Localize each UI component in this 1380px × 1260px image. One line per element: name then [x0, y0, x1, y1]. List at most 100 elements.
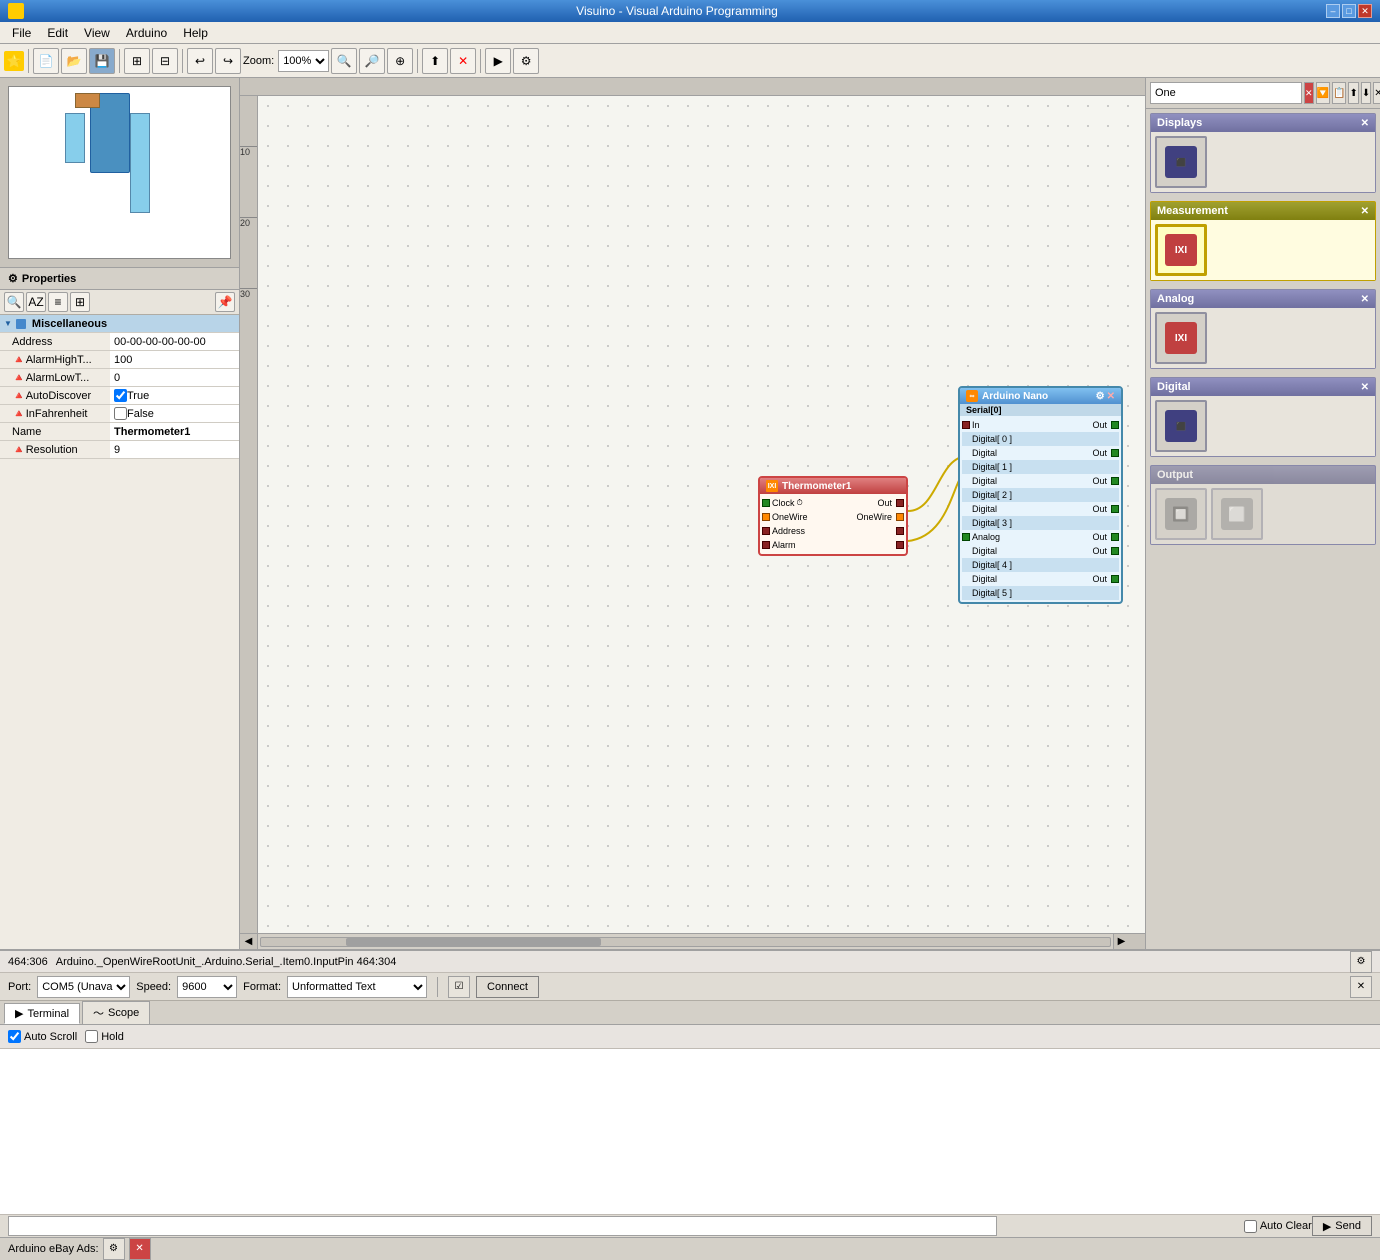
- connect-button[interactable]: Connect: [476, 976, 539, 998]
- tab-terminal[interactable]: ▶ Terminal: [4, 1003, 80, 1024]
- props-filter[interactable]: 🔍: [4, 292, 24, 312]
- prop-value-resolution[interactable]: 9: [110, 441, 239, 458]
- search-btn4[interactable]: ⬇: [1361, 82, 1371, 104]
- comp-digital-displays[interactable]: ⬛: [1155, 400, 1207, 452]
- status-close-btn[interactable]: ⚙: [1350, 951, 1372, 973]
- search-clear-btn[interactable]: ✕: [1304, 82, 1314, 104]
- format-select[interactable]: Unformatted Text: [287, 976, 427, 998]
- hold-label[interactable]: Hold: [85, 1030, 124, 1043]
- category-output-header[interactable]: Output: [1151, 466, 1375, 484]
- prop-value-name[interactable]: Thermometer1: [110, 423, 239, 440]
- category-measurement-header[interactable]: Measurement ✕: [1151, 202, 1375, 220]
- hscroll-track[interactable]: [260, 937, 1111, 947]
- toolbar-new[interactable]: 📄: [33, 48, 59, 74]
- toolbar-grid2[interactable]: ⊟: [152, 48, 178, 74]
- toolbar-settings[interactable]: ⚙: [513, 48, 539, 74]
- arduino-pin-d2: Digital Out: [962, 502, 1119, 516]
- status-settings-icon[interactable]: ⚙: [1350, 951, 1372, 973]
- send-button[interactable]: ▶ Send: [1312, 1216, 1372, 1236]
- category-measurement-close[interactable]: ✕: [1361, 206, 1369, 217]
- canvas-scroll[interactable]: IXI Thermometer1 Clock ⏱ Out: [258, 96, 1145, 933]
- prop-label-resolution: Resolution: [26, 444, 78, 456]
- arduino-node[interactable]: ∞ Arduino Nano ⚙ ✕ Serial[0]: [958, 386, 1123, 604]
- auto-clear-checkbox[interactable]: [1244, 1220, 1257, 1233]
- props-sort[interactable]: AZ: [26, 292, 46, 312]
- toolbar-zoom-out[interactable]: 🔎: [359, 48, 385, 74]
- hscrollbar[interactable]: ◀ ▶: [240, 933, 1145, 949]
- pin-d0-out-label: Out: [1092, 448, 1107, 458]
- comp-digital-icon: ⬛: [1165, 410, 1197, 442]
- port-close-btn[interactable]: ✕: [1350, 976, 1372, 998]
- menu-arduino[interactable]: Arduino: [118, 24, 175, 42]
- ads-close-icon[interactable]: ✕: [129, 1238, 151, 1260]
- toolbar-run[interactable]: ▶: [485, 48, 511, 74]
- thermometer-node[interactable]: IXI Thermometer1 Clock ⏱ Out: [758, 476, 908, 556]
- section-collapse-icon[interactable]: ▼: [4, 319, 12, 328]
- menu-file[interactable]: File: [4, 24, 39, 42]
- minimize-button[interactable]: –: [1326, 4, 1340, 18]
- menu-edit[interactable]: Edit: [39, 24, 76, 42]
- prop-checkbox-infahrenheit[interactable]: [114, 407, 127, 420]
- search-btn5[interactable]: ✕: [1373, 82, 1380, 104]
- search-btn3[interactable]: ⬆: [1348, 82, 1358, 104]
- toolbar-zoom-fit[interactable]: ⊕: [387, 48, 413, 74]
- auto-scroll-checkbox[interactable]: [8, 1030, 21, 1043]
- auto-clear-label[interactable]: Auto Clear: [1244, 1220, 1312, 1233]
- category-displays-close[interactable]: ✕: [1361, 118, 1369, 129]
- prop-value-alarmhigh[interactable]: 100: [110, 351, 239, 368]
- prop-value-infahrenheit[interactable]: False: [110, 405, 239, 422]
- close-button[interactable]: ✕: [1358, 4, 1372, 18]
- terminal-area[interactable]: [0, 1049, 1380, 1215]
- menu-help[interactable]: Help: [175, 24, 216, 42]
- search-input[interactable]: [1150, 82, 1302, 104]
- arduino-close-icon[interactable]: ✕: [1107, 391, 1115, 402]
- category-analog-header[interactable]: Analog ✕: [1151, 290, 1375, 308]
- arduino-settings-icon[interactable]: ⚙: [1096, 391, 1105, 402]
- status-path: Arduino._OpenWireRootUnit_.Arduino.Seria…: [56, 956, 397, 968]
- comp-output2[interactable]: ⬜: [1211, 488, 1263, 540]
- toolbar-open[interactable]: 📂: [61, 48, 87, 74]
- speed-select[interactable]: 9600: [177, 976, 237, 998]
- search-btn1[interactable]: 🔽: [1316, 82, 1330, 104]
- category-digital-header[interactable]: Digital ✕: [1151, 378, 1375, 396]
- comp-output1[interactable]: 🔲: [1155, 488, 1207, 540]
- toolbar-undo[interactable]: ↩: [187, 48, 213, 74]
- hscroll-thumb[interactable]: [346, 938, 601, 946]
- pin-d1-label: Digital: [972, 476, 997, 486]
- category-analog-close[interactable]: ✕: [1361, 294, 1369, 305]
- props-expand[interactable]: ⊞: [70, 292, 90, 312]
- port-close-icon[interactable]: ✕: [1350, 976, 1372, 998]
- terminal-input[interactable]: [8, 1216, 997, 1236]
- props-group[interactable]: ≡: [48, 292, 68, 312]
- comp-measurement-analog[interactable]: IXI: [1155, 224, 1207, 276]
- category-displays-header[interactable]: Displays ✕: [1151, 114, 1375, 132]
- ruler-h: 10 20 30 40 50: [240, 78, 1145, 96]
- prop-value-autodiscover[interactable]: True: [110, 387, 239, 404]
- props-pin[interactable]: 📌: [215, 292, 235, 312]
- pin-onewire-out-connector: [896, 513, 904, 521]
- toolbar-zoom-in[interactable]: 🔍: [331, 48, 357, 74]
- zoom-select[interactable]: 50% 75% 100% 125% 150% 200%: [278, 50, 329, 72]
- comp-display1[interactable]: ⬛: [1155, 136, 1207, 188]
- prop-checkbox-autodiscover[interactable]: [114, 389, 127, 402]
- toolbar-grid1[interactable]: ⊞: [124, 48, 150, 74]
- search-btn2[interactable]: 📋: [1332, 82, 1346, 104]
- hscroll-left-btn[interactable]: ◀: [240, 934, 258, 950]
- hold-checkbox[interactable]: [85, 1030, 98, 1043]
- prop-value-alarmlow[interactable]: 0: [110, 369, 239, 386]
- ads-settings-icon[interactable]: ⚙: [103, 1238, 125, 1260]
- prop-value-address[interactable]: 00-00-00-00-00-00: [110, 333, 239, 350]
- tab-scope[interactable]: 〜 Scope: [82, 1001, 150, 1024]
- toolbar-arduino-delete[interactable]: ✕: [450, 48, 476, 74]
- menu-view[interactable]: View: [76, 24, 118, 42]
- category-digital-close[interactable]: ✕: [1361, 382, 1369, 393]
- hscroll-right-btn[interactable]: ▶: [1113, 934, 1129, 950]
- toolbar-save[interactable]: 💾: [89, 48, 115, 74]
- auto-scroll-label[interactable]: Auto Scroll: [8, 1030, 77, 1043]
- port-select[interactable]: COM5 (Unava: [37, 976, 130, 998]
- toolbar-arduino-upload[interactable]: ⬆: [422, 48, 448, 74]
- comp-analog1[interactable]: IXI: [1155, 312, 1207, 364]
- prop-row-alarmlow: 🔺 AlarmLowT... 0: [0, 369, 239, 387]
- restore-button[interactable]: □: [1342, 4, 1356, 18]
- toolbar-redo[interactable]: ↪: [215, 48, 241, 74]
